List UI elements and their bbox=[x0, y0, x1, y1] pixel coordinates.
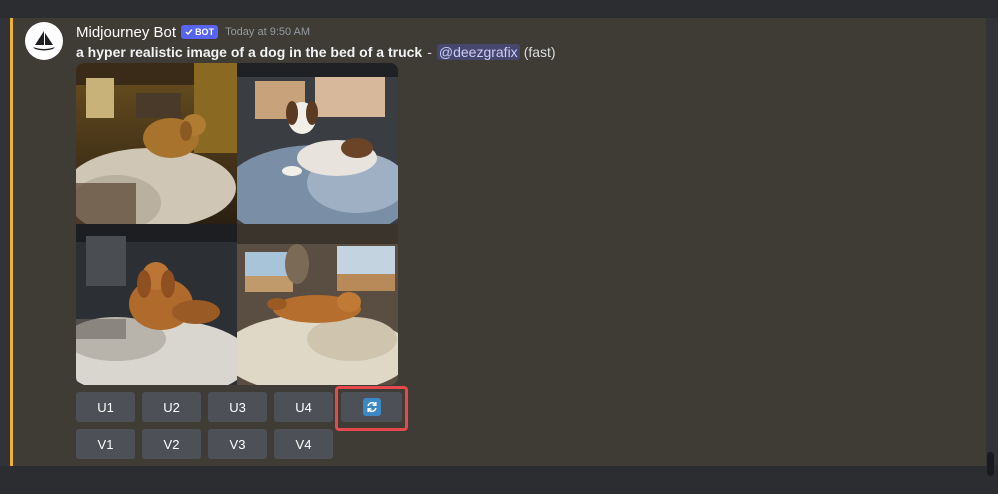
message-content: a hyper realistic image of a dog in the … bbox=[76, 42, 556, 62]
image-grid[interactable] bbox=[76, 63, 398, 385]
variation-button-v3[interactable]: V3 bbox=[208, 429, 267, 459]
timestamp: Today at 9:50 AM bbox=[225, 26, 311, 38]
image-tile-4[interactable] bbox=[237, 224, 398, 385]
variation-button-v4[interactable]: V4 bbox=[274, 429, 333, 459]
bot-badge-label: BOT bbox=[195, 27, 215, 37]
upscale-button-u2[interactable]: U2 bbox=[142, 392, 201, 422]
separator: - bbox=[427, 44, 432, 60]
avatar[interactable] bbox=[25, 22, 63, 60]
checkmark-icon bbox=[185, 29, 193, 36]
refresh-icon bbox=[362, 398, 381, 416]
bottom-bar bbox=[0, 466, 998, 494]
upscale-button-u4[interactable]: U4 bbox=[274, 392, 333, 422]
top-bar bbox=[0, 0, 998, 18]
prompt-text: a hyper realistic image of a dog in the … bbox=[76, 44, 423, 60]
user-mention[interactable]: @deezgrafix bbox=[436, 44, 520, 60]
speed-label: (fast) bbox=[523, 44, 556, 60]
variation-button-v2[interactable]: V2 bbox=[142, 429, 201, 459]
image-tile-2[interactable] bbox=[237, 63, 398, 224]
midjourney-boat-logo-icon bbox=[33, 31, 55, 51]
scrollbar-thumb[interactable] bbox=[987, 452, 994, 476]
variation-button-v1[interactable]: V1 bbox=[76, 429, 135, 459]
message-header: Midjourney Bot BOT Today at 9:50 AM bbox=[76, 22, 310, 42]
image-tile-3[interactable] bbox=[76, 224, 237, 385]
upscale-button-u3[interactable]: U3 bbox=[208, 392, 267, 422]
upscale-button-u1[interactable]: U1 bbox=[76, 392, 135, 422]
username[interactable]: Midjourney Bot bbox=[76, 24, 176, 41]
bot-badge: BOT bbox=[181, 25, 219, 39]
reroll-button[interactable] bbox=[341, 392, 402, 422]
image-tile-1[interactable] bbox=[76, 63, 237, 224]
